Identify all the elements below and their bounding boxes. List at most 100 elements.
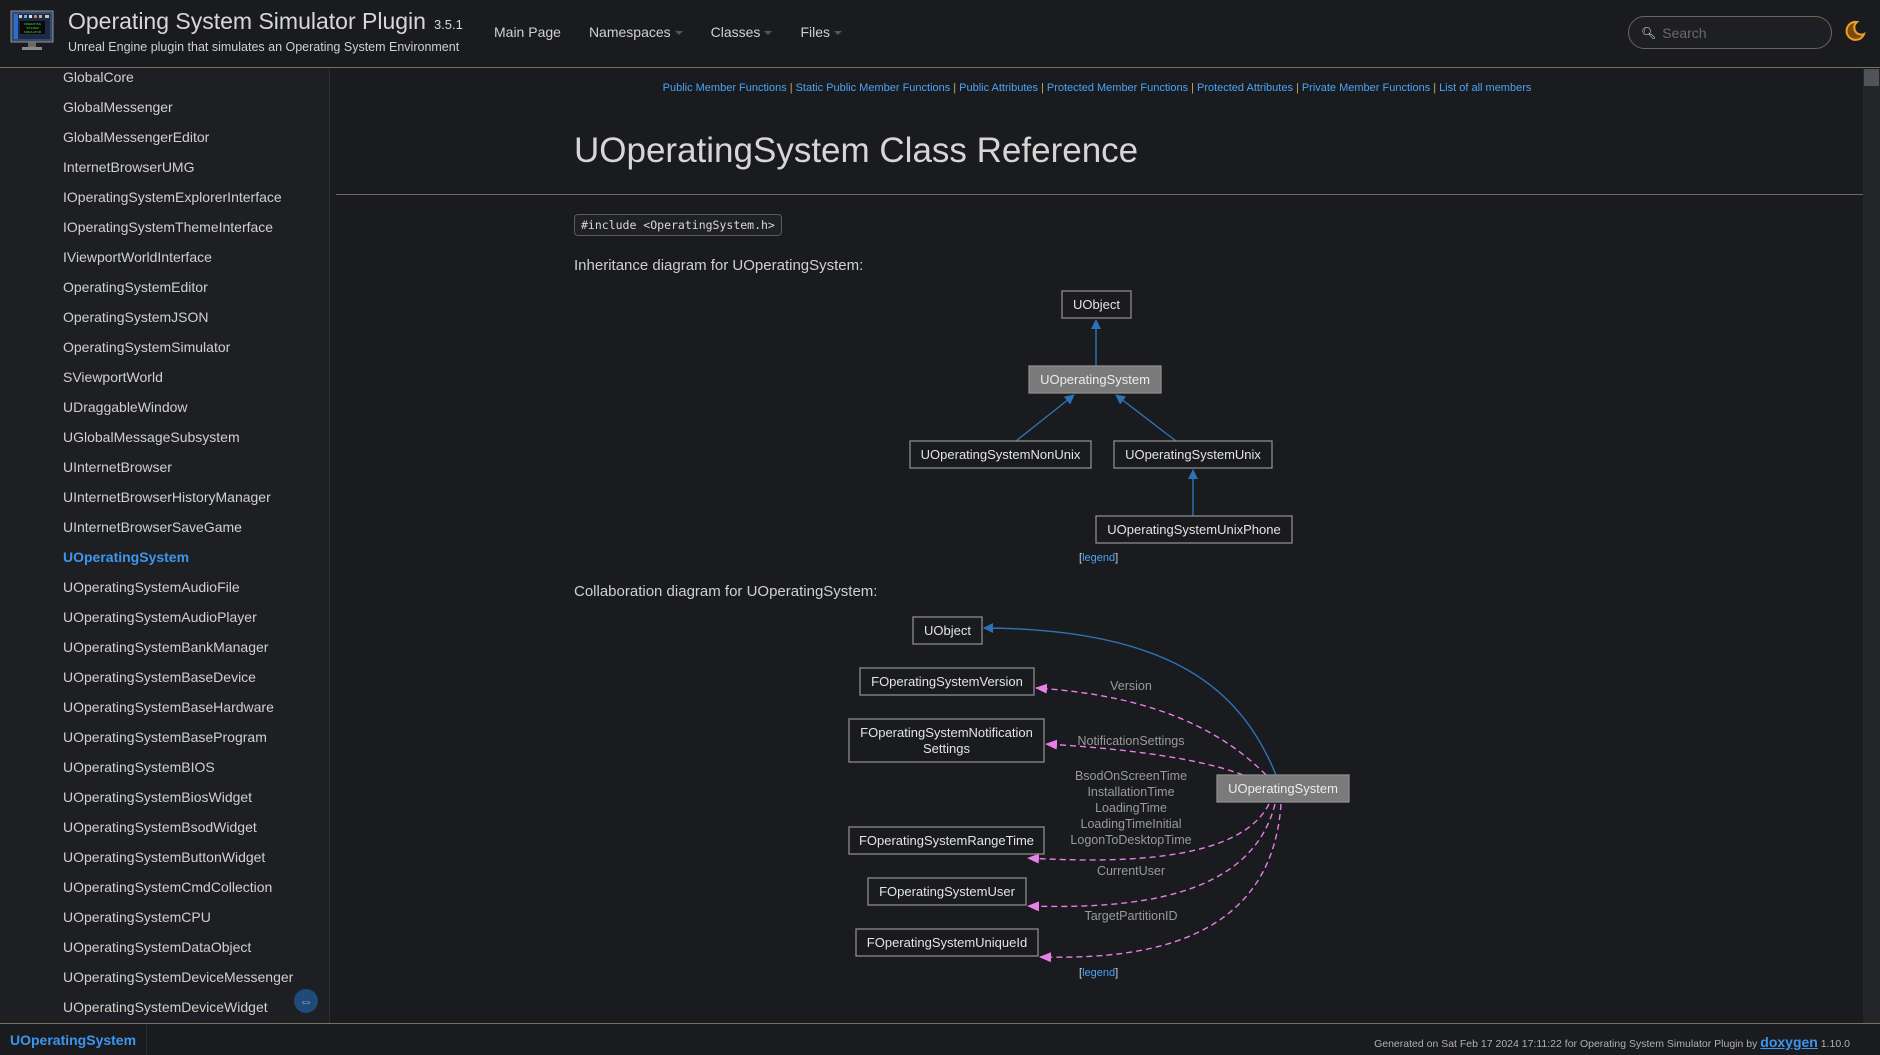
footer: UOperatingSystem Generated on Sat Feb 17…: [0, 1023, 1880, 1055]
collab-node-version[interactable]: FOperatingSystemVersion: [859, 667, 1035, 696]
node-label: Settings: [923, 741, 970, 756]
sidebar-item[interactable]: UOperatingSystemAudioPlayer: [63, 609, 257, 625]
edge-label: NotificationSettings: [1077, 734, 1184, 748]
top-header: OPERATING SYSTEM SIMULATOR Operating Sys…: [0, 0, 1880, 68]
node-label: UObject: [924, 623, 971, 638]
summary-link[interactable]: List of all members: [1439, 82, 1531, 94]
moon-icon[interactable]: [1844, 20, 1866, 42]
legend-label: legend: [1082, 552, 1116, 564]
sidebar-item[interactable]: UOperatingSystemBiosWidget: [63, 789, 252, 805]
nav-path-item[interactable]: UOperatingSystem: [0, 1024, 148, 1055]
collab-node-uobject[interactable]: UObject: [912, 616, 983, 645]
sidebar-item[interactable]: GlobalCore: [63, 69, 134, 85]
project-brief: Unreal Engine plugin that simulates an O…: [68, 40, 460, 54]
summary-link[interactable]: Public Member Functions: [663, 82, 787, 94]
inheritance-legend-link[interactable]: [legend]: [1079, 552, 1118, 564]
footer-generated: Generated on Sat Feb 17 2024 17:11:22 fo…: [1374, 1034, 1850, 1050]
search-box[interactable]: 🔍︎: [1628, 16, 1832, 49]
sidebar-item[interactable]: UOperatingSystemBsodWidget: [63, 819, 257, 835]
sidebar-item[interactable]: UOperatingSystemDeviceWidget: [63, 999, 268, 1015]
sidebar-item[interactable]: UOperatingSystemButtonWidget: [63, 849, 265, 865]
sidebar-item[interactable]: UInternetBrowserSaveGame: [63, 519, 242, 535]
doc-content: Public Member Functions | Static Public Me…: [331, 69, 1863, 1023]
collab-node-user[interactable]: FOperatingSystemUser: [867, 877, 1027, 906]
search-icon[interactable]: 🔍︎: [1641, 26, 1656, 40]
edge-label: LoadingTimeInitial: [1081, 817, 1182, 831]
sidebar-item[interactable]: InternetBrowserUMG: [63, 159, 194, 175]
edge-label: BsodOnScreenTime: [1075, 769, 1187, 783]
sidebar-item[interactable]: GlobalMessenger: [63, 99, 173, 115]
doxygen-link[interactable]: doxygen: [1760, 1034, 1818, 1050]
sidebar-item[interactable]: UDraggableWindow: [63, 399, 188, 415]
summary-link[interactable]: Static Public Member Functions: [796, 82, 951, 94]
node-label: FOperatingSystemRangeTime: [859, 833, 1034, 848]
menu-namespaces[interactable]: Namespaces: [589, 24, 683, 40]
summary-link[interactable]: Protected Member Functions: [1047, 82, 1188, 94]
sidebar-item[interactable]: OperatingSystemSimulator: [63, 339, 230, 355]
node-label: FOperatingSystemUniqueId: [867, 935, 1027, 950]
menu-main-page[interactable]: Main Page: [494, 24, 561, 40]
sidebar-item[interactable]: IOperatingSystemThemeInterface: [63, 219, 273, 235]
sidebar-item[interactable]: UGlobalMessageSubsystem: [63, 429, 240, 445]
project-version: 3.5.1: [433, 17, 463, 32]
edge-label: CurrentUser: [1097, 864, 1165, 878]
collab-node-uid[interactable]: FOperatingSystemUniqueId: [855, 928, 1039, 957]
inheritance-node-unixphone[interactable]: UOperatingSystemUnixPhone: [1095, 515, 1293, 544]
collab-node-range[interactable]: FOperatingSystemRangeTime: [848, 826, 1045, 855]
collab-node-main[interactable]: UOperatingSystem: [1216, 774, 1350, 803]
sidebar-item[interactable]: UOperatingSystemBaseDevice: [63, 669, 256, 685]
scrollbar-thumb[interactable]: [1864, 69, 1879, 86]
menu-files[interactable]: Files: [800, 24, 842, 40]
sidebar-item[interactable]: UOperatingSystemCPU: [63, 909, 211, 925]
sidebar-item[interactable]: UOperatingSystemDataObject: [63, 939, 251, 955]
monitor-logo-icon: OPERATING SYSTEM SIMULATOR: [10, 10, 54, 50]
sidebar-item[interactable]: IOperatingSystemExplorerInterface: [63, 189, 282, 205]
menu-classes[interactable]: Classes: [711, 24, 773, 40]
collab-node-notif[interactable]: FOperatingSystemNotificationSettings: [848, 718, 1045, 763]
sidebar-item[interactable]: UOperatingSystemCmdCollection: [63, 879, 272, 895]
sidebar-item[interactable]: UOperatingSystemAudioFile: [63, 579, 240, 595]
sidebar-item[interactable]: UOperatingSystemBaseHardware: [63, 699, 274, 715]
sidebar-item[interactable]: IViewportWorldInterface: [63, 249, 212, 265]
usage-edge: [1045, 739, 1244, 776]
separator: |: [1295, 82, 1299, 94]
sidebar-item[interactable]: GlobalMessengerEditor: [63, 129, 209, 145]
collaboration-legend-link[interactable]: [legend]: [1079, 967, 1118, 979]
separator: |: [1041, 82, 1044, 94]
node-label: UOperatingSystemUnix: [1125, 447, 1261, 462]
sidebar-item[interactable]: SViewportWorld: [63, 369, 163, 385]
sidebar-item[interactable]: UOperatingSystemBIOS: [63, 759, 215, 775]
node-label: UOperatingSystem: [1040, 372, 1150, 387]
caret-down-icon: [674, 31, 683, 35]
separator: |: [1433, 82, 1437, 94]
summary-link[interactable]: Protected Attributes: [1197, 82, 1293, 94]
sidebar-item[interactable]: OperatingSystemEditor: [63, 279, 208, 295]
sidebar-item[interactable]: UInternetBrowserHistoryManager: [63, 489, 271, 505]
inheritance-node-uos[interactable]: UOperatingSystem: [1028, 365, 1162, 394]
sidebar-item[interactable]: UOperatingSystemBankManager: [63, 639, 268, 655]
summary-link[interactable]: Public Attributes: [959, 82, 1038, 94]
sidebar-item[interactable]: UOperatingSystemDeviceMessenger: [63, 969, 293, 985]
include-directive: #include <OperatingSystem.h>: [574, 214, 782, 236]
inheritance-node-unix[interactable]: UOperatingSystemUnix: [1113, 440, 1273, 469]
sidebar-item[interactable]: UOperatingSystemBaseProgram: [63, 729, 267, 745]
project-title: Operating System Simulator Plugin: [68, 8, 426, 34]
content-scrollbar[interactable]: [1863, 69, 1880, 1023]
node-label: FOperatingSystemNotification: [860, 725, 1033, 740]
project-name: Operating System Simulator Plugin 3.5.1: [68, 8, 463, 35]
inheritance-node-uobject[interactable]: UObject: [1061, 290, 1132, 319]
sidebar-item[interactable]: UInternetBrowser: [63, 459, 172, 475]
menu-label: Main Page: [494, 24, 561, 40]
main-menu: Main Page Namespaces Classes Files: [494, 24, 842, 40]
node-label: FOperatingSystemVersion: [871, 674, 1023, 689]
search-input[interactable]: [1662, 24, 1823, 41]
edge-label: Version: [1110, 679, 1152, 693]
edge-label: LoadingTime: [1095, 801, 1167, 815]
summary-link[interactable]: Private Member Functions: [1302, 82, 1430, 94]
inheritance-node-nonunix[interactable]: UOperatingSystemNonUnix: [909, 440, 1092, 469]
sidebar-item[interactable]: OperatingSystemJSON: [63, 309, 209, 325]
sync-arrows-icon[interactable]: ⇔: [294, 989, 318, 1013]
usage-edge: [1039, 803, 1282, 963]
separator: |: [1191, 82, 1194, 94]
sidebar-item[interactable]: UOperatingSystem: [63, 549, 189, 565]
